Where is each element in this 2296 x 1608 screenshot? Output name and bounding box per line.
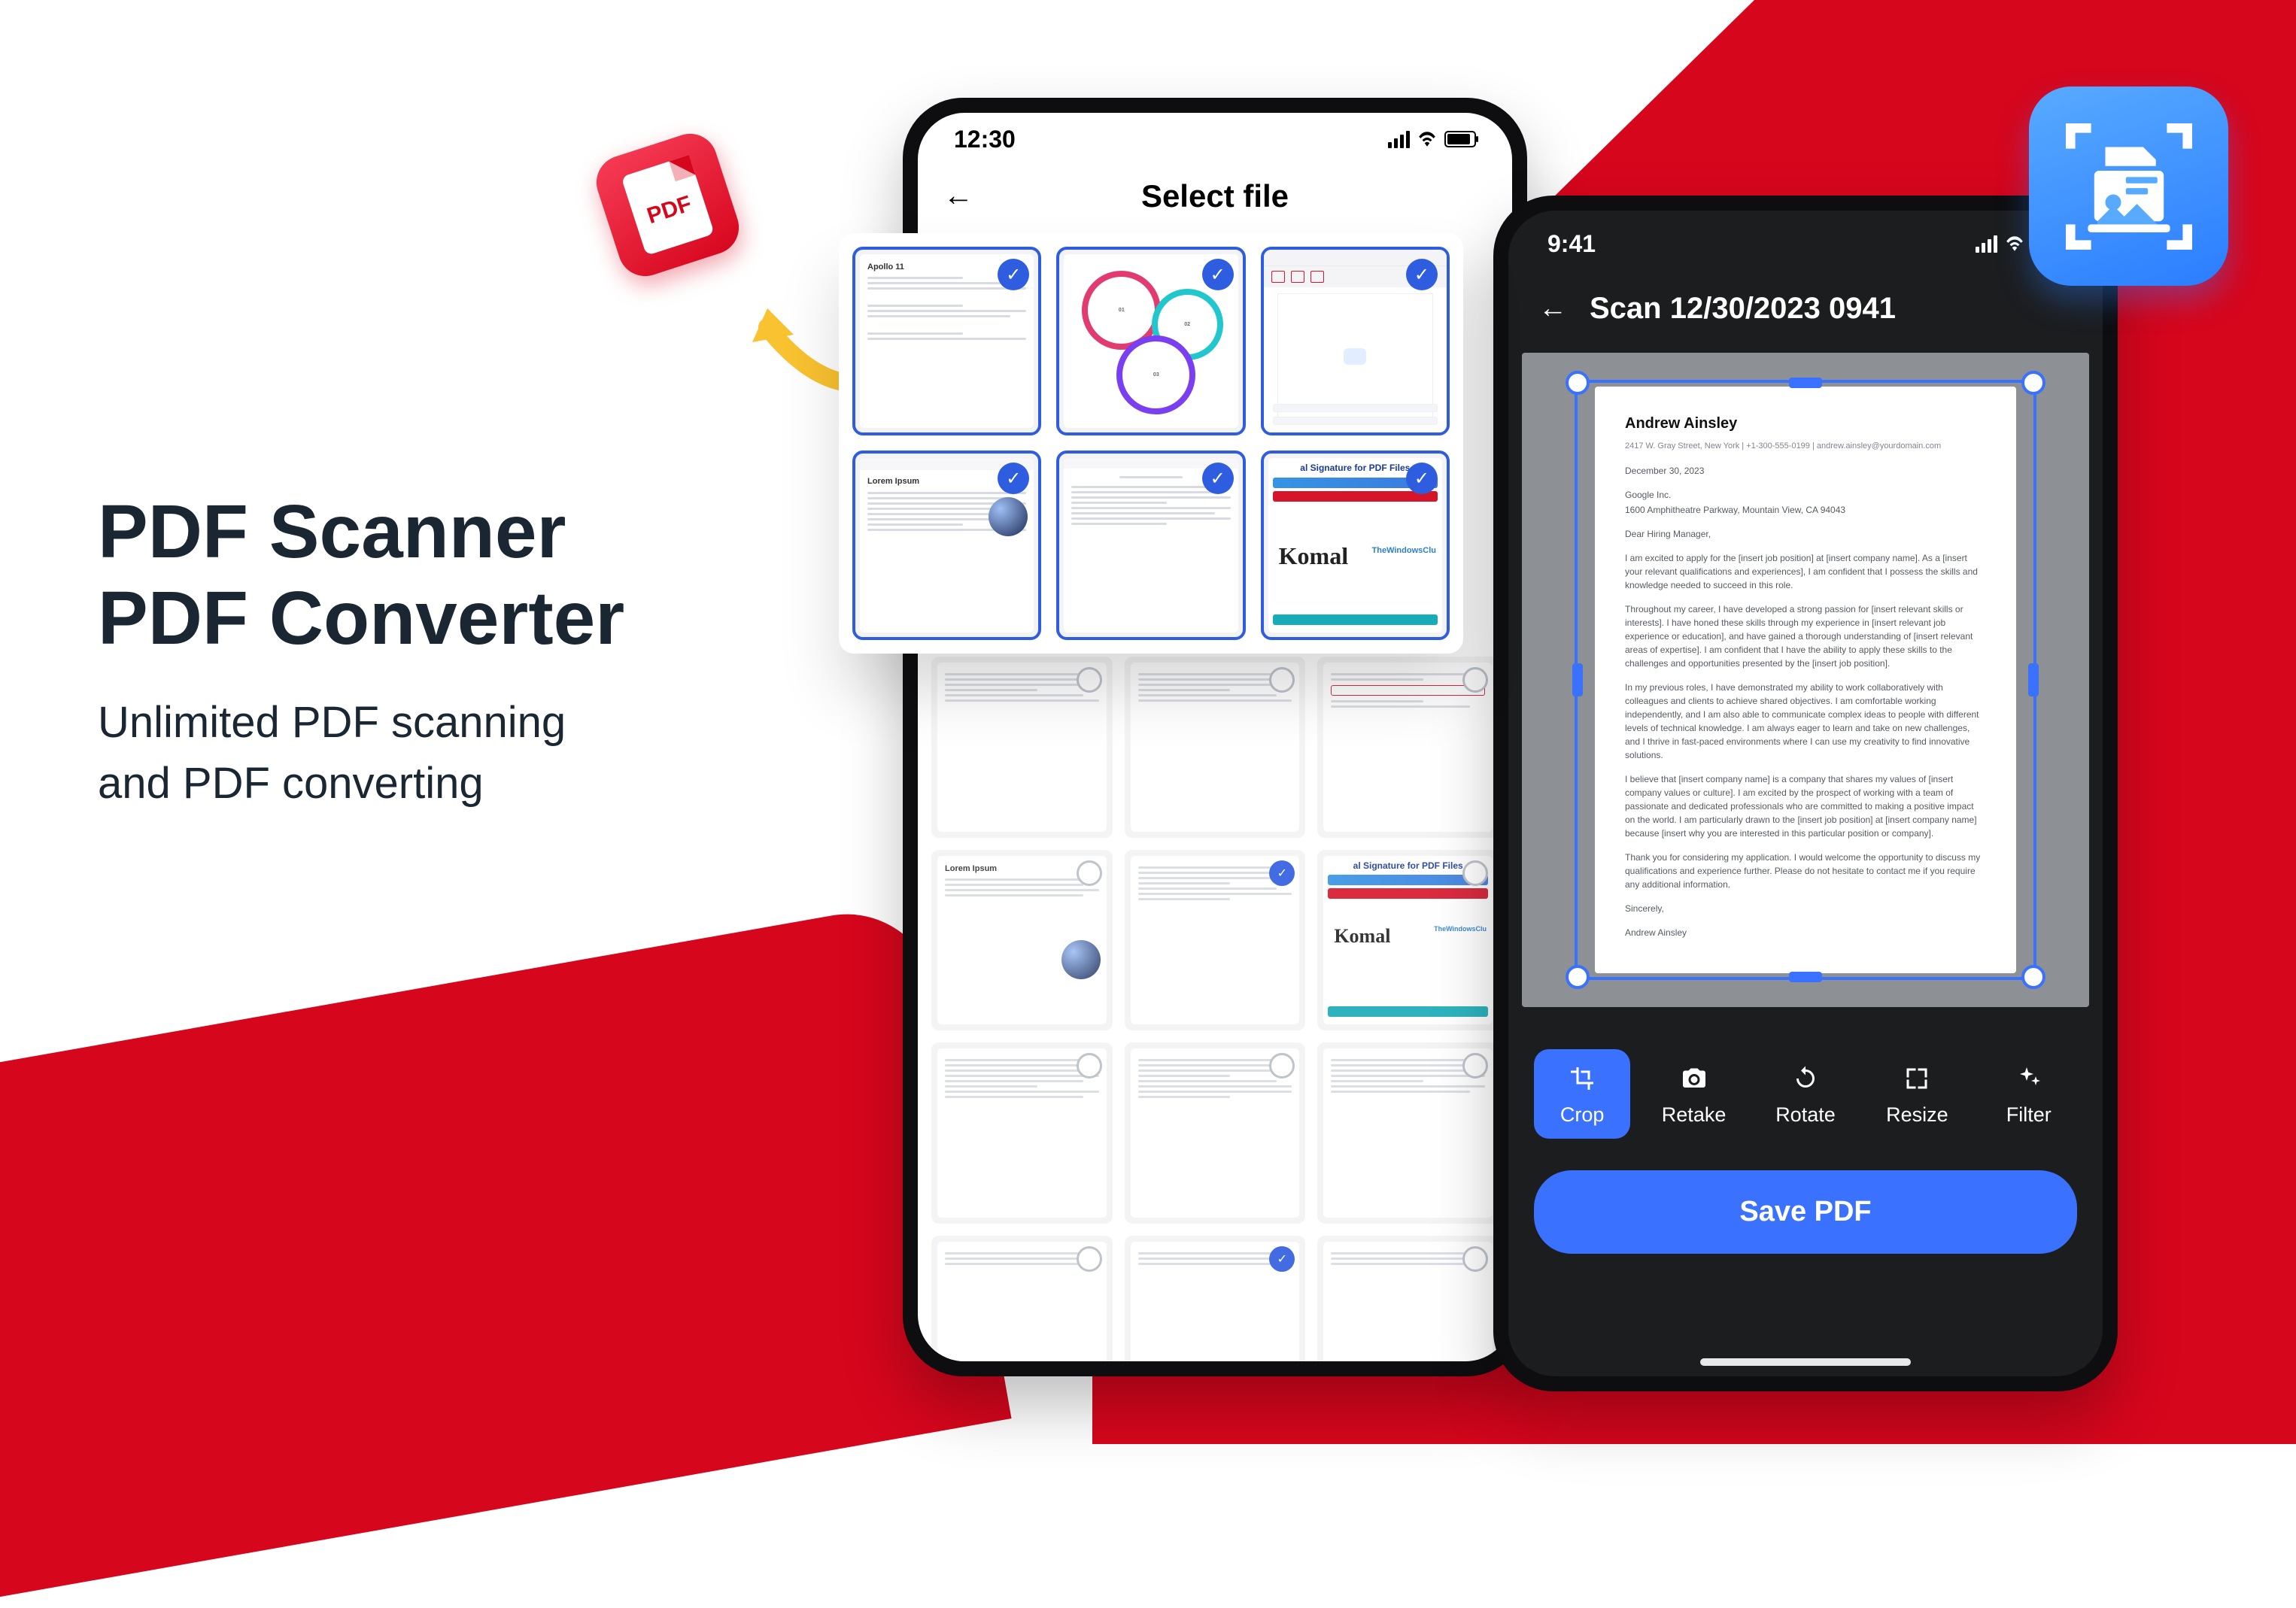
file-tile-selected[interactable]: ✓010203 (1056, 247, 1245, 435)
tool-label: Rotate (1775, 1103, 1836, 1127)
phone-scan-editor: 9:41 ← Scan 12/30/2023 0941 Andrew Ainsl… (1493, 196, 2118, 1391)
pdf-badge-icon: PDF (590, 127, 746, 284)
file-tile-selected[interactable]: ✓Lorem Ipsum (852, 451, 1041, 639)
hero-subtitle-line-1: Unlimited PDF scanning (98, 698, 566, 747)
status-bar: 12:30 (918, 113, 1512, 165)
tool-label: Filter (2006, 1103, 2052, 1127)
file-tile[interactable] (931, 1236, 1113, 1361)
hero-text: PDF Scanner PDF Converter Unlimited PDF … (98, 489, 624, 814)
camera-icon (1680, 1064, 1708, 1093)
crop-handle[interactable] (1566, 371, 1590, 395)
tool-label: Crop (1560, 1103, 1605, 1127)
scan-title: Scan 12/30/2023 0941 (1590, 292, 1896, 326)
checkmark-icon: ✓ (1202, 463, 1234, 494)
editor-toolbar: Crop Retake Rotate Resize (1508, 1007, 2103, 1164)
wifi-icon (1417, 132, 1437, 147)
tool-resize[interactable]: Resize (1869, 1049, 1965, 1139)
doc-paragraph: Throughout my career, I have developed a… (1625, 602, 1986, 670)
resize-icon (1903, 1064, 1931, 1093)
rotate-icon (1791, 1064, 1820, 1093)
crop-handle[interactable] (2021, 371, 2045, 395)
app-icon (2029, 86, 2228, 286)
doc-signoff: Sincerely, (1625, 902, 1986, 915)
file-tile[interactable]: Lorem Ipsum (931, 850, 1113, 1031)
crop-edge-handle[interactable] (1572, 663, 1583, 696)
tool-label: Resize (1886, 1103, 1948, 1127)
tool-label: Retake (1662, 1103, 1727, 1127)
file-tile[interactable] (1317, 657, 1499, 838)
file-tile[interactable]: ✓ (1125, 1236, 1306, 1361)
crop-icon (1568, 1064, 1596, 1093)
doc-paragraph: I believe that [insert company name] is … (1625, 772, 1986, 840)
doc-name: Andrew Ainsley (1625, 412, 1986, 435)
checkmark-icon: ✓ (1202, 259, 1234, 290)
tool-rotate[interactable]: Rotate (1757, 1049, 1854, 1139)
file-tile[interactable] (931, 1042, 1113, 1224)
pdf-badge-text: PDF (644, 191, 695, 229)
file-tile[interactable] (1317, 1236, 1499, 1361)
file-tile[interactable]: ✓ (1125, 850, 1306, 1031)
doc-greeting: Dear Hiring Manager, (1625, 527, 1986, 541)
file-tile[interactable] (1125, 1042, 1306, 1224)
doc-company: Google Inc. (1625, 488, 1986, 502)
signal-icon (1388, 131, 1410, 148)
select-file-header: ← Select file (918, 165, 1512, 235)
file-tile[interactable] (1317, 1042, 1499, 1224)
checkmark-icon: ✓ (1406, 463, 1438, 494)
checkmark-icon: ✓ (1269, 860, 1295, 886)
crop-canvas[interactable]: Andrew Ainsley 2417 W. Gray Street, New … (1522, 353, 2089, 1007)
doc-paragraph: Thank you for considering my application… (1625, 851, 1986, 891)
save-pdf-button[interactable]: Save PDF (1534, 1170, 2077, 1254)
signal-icon (1976, 235, 1997, 253)
file-tile-selected[interactable]: ✓ (1056, 451, 1245, 639)
file-tile-selected[interactable]: ✓ (1261, 247, 1450, 435)
crop-edge-handle[interactable] (2028, 663, 2039, 696)
file-tile[interactable] (1125, 657, 1306, 838)
hero-subtitle-line-2: and PDF converting (98, 759, 484, 808)
doc-paragraph: I am excited to apply for the [insert jo… (1625, 551, 1986, 592)
select-file-title: Select file (918, 178, 1512, 214)
tool-crop[interactable]: Crop (1534, 1049, 1630, 1139)
featured-file-grid: ✓Apollo 11 ✓010203 ✓ ✓Lorem Ipsum ✓ ✓al … (839, 233, 1463, 654)
checkmark-icon: ✓ (1406, 259, 1438, 290)
scan-header: ← Scan 12/30/2023 0941 (1508, 277, 2103, 353)
doc-paragraph: In my previous roles, I have demonstrate… (1625, 681, 1986, 762)
doc-signature: Andrew Ainsley (1625, 926, 1986, 939)
status-time: 12:30 (954, 126, 1016, 153)
doc-contact: 2417 W. Gray Street, New York | +1-300-5… (1625, 441, 1986, 452)
wifi-icon (2005, 236, 2024, 251)
hero-title-line-2: PDF Converter (98, 576, 624, 660)
doc-date: December 30, 2023 (1625, 464, 1986, 478)
crop-edge-handle[interactable] (1789, 972, 1822, 982)
status-bar: 9:41 (1508, 211, 2103, 277)
scanned-document: Andrew Ainsley 2417 W. Gray Street, New … (1595, 387, 2016, 973)
file-tile[interactable]: al Signature for PDF FilesKomalTheWindow… (1317, 850, 1499, 1031)
hero-title-line-1: PDF Scanner (98, 490, 566, 574)
sparkle-icon (2015, 1064, 2043, 1093)
hero-subtitle: Unlimited PDF scanning and PDF convertin… (98, 692, 624, 814)
tool-retake[interactable]: Retake (1646, 1049, 1742, 1139)
battery-icon (1444, 131, 1476, 147)
status-time: 9:41 (1547, 230, 1596, 258)
back-arrow-icon[interactable]: ← (1538, 293, 1567, 325)
crop-handle[interactable] (2021, 965, 2045, 989)
doc-address: 1600 Amphitheatre Parkway, Mountain View… (1625, 503, 1986, 517)
tool-filter[interactable]: Filter (1981, 1049, 2077, 1139)
crop-handle[interactable] (1566, 965, 1590, 989)
home-indicator (1700, 1358, 1911, 1366)
file-tile-selected[interactable]: ✓al Signature for PDF FilesKomalTheWindo… (1261, 451, 1450, 639)
file-tile[interactable] (931, 657, 1113, 838)
file-tile-selected[interactable]: ✓Apollo 11 (852, 247, 1041, 435)
hero-title: PDF Scanner PDF Converter (98, 489, 624, 662)
